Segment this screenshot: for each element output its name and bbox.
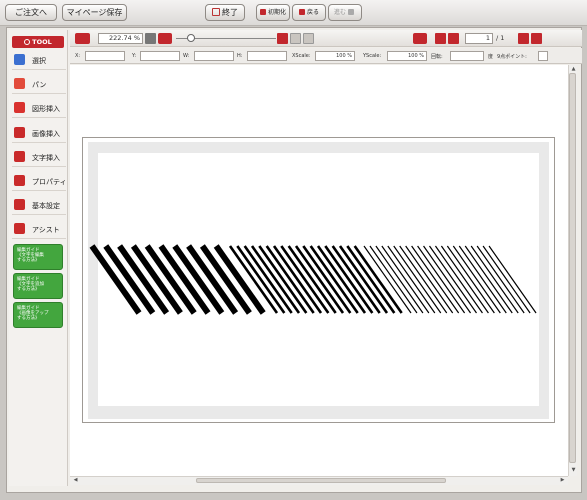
tool-shape[interactable]: 図形挿入 xyxy=(12,98,66,119)
zoom-slider-handle[interactable] xyxy=(187,34,195,42)
h-field[interactable] xyxy=(247,51,287,61)
tool-image[interactable]: 画像挿入 xyxy=(12,123,66,143)
tool-header: TOOL xyxy=(12,36,64,48)
property-bar: X: Y: W: H: XScale: 100 % YScale: 100 % … xyxy=(70,48,582,64)
property-icon xyxy=(14,175,25,186)
next-page-icon[interactable] xyxy=(518,33,529,44)
prev-page-icon[interactable] xyxy=(448,33,459,44)
tool-text[interactable]: 文字挿入 xyxy=(12,147,66,167)
scroll-right-icon[interactable]: ▶ xyxy=(559,477,566,484)
book-icon[interactable] xyxy=(413,33,427,44)
zoom-icon[interactable] xyxy=(75,33,90,44)
reset-button[interactable]: 初期化 xyxy=(256,4,290,21)
x-label: X: xyxy=(75,53,81,59)
h-label: H: xyxy=(237,53,243,59)
tool-label: プロパティ xyxy=(32,178,67,186)
align-vertical-icon[interactable] xyxy=(290,33,301,44)
tool-label: 文字挿入 xyxy=(32,153,60,162)
yscale-field[interactable]: 100 % xyxy=(387,51,427,61)
quit-label: 終了 xyxy=(222,8,238,17)
xscale-value: 100 % xyxy=(336,53,352,59)
w-field[interactable] xyxy=(194,51,234,61)
undo-icon xyxy=(298,9,305,15)
scroll-up-icon[interactable]: ▲ xyxy=(570,66,577,73)
mypage-save-button[interactable]: マイページ保存 xyxy=(62,4,127,21)
tool-label: アシスト xyxy=(32,226,60,235)
page-total: / 1 xyxy=(496,34,505,42)
rotate-field[interactable] xyxy=(450,51,484,61)
tool-label: パン xyxy=(32,81,47,90)
assist-icon xyxy=(14,223,25,235)
tool-property[interactable]: プロパティ xyxy=(12,171,67,191)
xscale-field[interactable]: 100 % xyxy=(315,51,355,61)
page-current: 1 xyxy=(485,34,490,42)
quit-button[interactable]: 終了 xyxy=(205,4,245,21)
scroll-down-icon[interactable]: ▼ xyxy=(570,467,577,474)
page-input[interactable]: 1 xyxy=(465,33,493,44)
fullscreen-icon[interactable] xyxy=(158,33,172,44)
cursor-icon xyxy=(14,54,25,65)
top-bar: ご注文へ マイページ保存 終了 初期化 戻る 進む xyxy=(0,0,587,26)
scroll-left-icon[interactable]: ◀ xyxy=(72,477,79,484)
zoom-value: 222.74 xyxy=(108,34,132,42)
tool-settings[interactable]: 基本設定 xyxy=(12,195,66,216)
degree-label: 度 xyxy=(488,54,494,60)
guide-button-1[interactable]: 編集ガイド 《文字を編集 する方法》 xyxy=(13,244,63,270)
y-label: Y: xyxy=(132,53,137,59)
rotate-label: 回転: xyxy=(431,54,443,60)
tool-label: 図形挿入 xyxy=(32,105,60,114)
yscale-label: YScale: xyxy=(363,53,382,59)
tool-header-label: TOOL xyxy=(32,38,52,46)
layer-front-icon[interactable] xyxy=(277,33,288,44)
y-field[interactable] xyxy=(140,51,180,61)
exit-icon xyxy=(212,8,220,16)
fit-icon[interactable] xyxy=(145,33,156,44)
zoom-input[interactable]: 222.74 % xyxy=(98,33,143,44)
tool-assist[interactable]: アシスト xyxy=(12,219,66,240)
tool-select[interactable]: 選択 xyxy=(12,50,66,70)
point-label: 9点ポイント: xyxy=(497,54,527,60)
tool-pan[interactable]: パン xyxy=(12,74,66,95)
image-icon xyxy=(14,126,25,138)
safe-area xyxy=(98,153,539,406)
w-label: W: xyxy=(183,53,190,59)
back-button[interactable]: 戻る xyxy=(292,4,326,21)
tool-wrench-icon xyxy=(24,39,31,45)
tool-label: 画像挿入 xyxy=(32,129,60,138)
order-button[interactable]: ご注文へ xyxy=(5,4,57,21)
hand-icon xyxy=(14,78,25,90)
yscale-value: 100 % xyxy=(408,53,424,59)
settings-icon xyxy=(14,199,25,211)
guide-button-3[interactable]: 編集ガイド 《画像をアップ する方法》 xyxy=(13,302,63,328)
mypage-save-label: マイページ保存 xyxy=(66,8,123,17)
x-field[interactable] xyxy=(85,51,125,61)
text-icon xyxy=(14,150,25,162)
align-horizontal-icon[interactable] xyxy=(303,33,314,44)
guide-button-2[interactable]: 編集ガイド 《文字を追加 する方法》 xyxy=(13,273,63,299)
horizontal-scroll-thumb[interactable] xyxy=(196,478,446,483)
forward-button[interactable]: 進む xyxy=(328,4,362,21)
redo-icon xyxy=(348,9,354,15)
back-label: 戻る xyxy=(306,9,319,16)
vertical-scroll-thumb[interactable] xyxy=(569,73,576,463)
shape-icon xyxy=(14,102,25,114)
first-page-icon[interactable] xyxy=(435,33,446,44)
order-button-label: ご注文へ xyxy=(15,8,47,17)
xscale-label: XScale: xyxy=(292,53,311,59)
forward-label: 進む xyxy=(333,9,346,16)
reset-icon xyxy=(259,9,266,15)
tool-label: 基本設定 xyxy=(32,202,60,211)
last-page-icon[interactable] xyxy=(531,33,542,44)
reset-label: 初期化 xyxy=(267,9,286,16)
point-selector[interactable] xyxy=(538,51,548,61)
canvas-toolbar: 222.74 % 1 / 1 xyxy=(70,30,582,47)
zoom-unit: % xyxy=(133,34,140,42)
tool-label: 選択 xyxy=(32,57,46,65)
